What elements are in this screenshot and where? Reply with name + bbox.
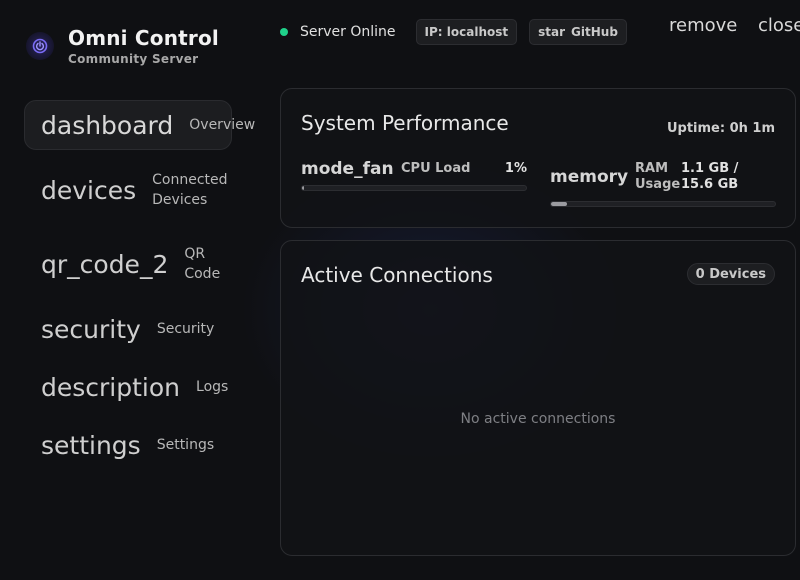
ram-progress-bar [550, 201, 776, 207]
sidebar-item-qr-code[interactable]: qr_code_2 QR Code [24, 232, 232, 296]
devices-count-badge: 0 Devices [686, 263, 775, 285]
top-bar: Server Online IP: localhost star GitHub … [280, 15, 800, 46]
sidebar-item-label: Connected Devices [152, 172, 228, 208]
sidebar-nav: dashboard Overview devices Connected Dev… [24, 100, 255, 470]
devices-icon: devices [41, 175, 137, 205]
connections-title: Active Connections [301, 263, 493, 287]
status-dot [280, 28, 288, 36]
ip-badge: IP: localhost [415, 19, 518, 45]
github-button[interactable]: star GitHub [529, 19, 627, 45]
brand: Omni Control Community Server [26, 26, 219, 66]
description-icon: description [41, 372, 181, 402]
security-icon: security [41, 314, 141, 344]
ram-value: 1.1 GB / 15.6 GB [681, 161, 739, 192]
cpu-value: 1% [504, 161, 527, 176]
system-performance-card: System Performance Uptime: 0h 1m mode_fa… [280, 88, 796, 228]
sidebar-item-label: Logs [196, 379, 229, 395]
power-icon [26, 32, 54, 60]
sidebar-item-label: Settings [156, 437, 215, 453]
close-button[interactable]: close [758, 15, 800, 36]
ram-progress-fill [551, 202, 567, 206]
cpu-progress-bar [301, 185, 527, 191]
sidebar-item-label: Security [156, 321, 215, 337]
cpu-progress-fill [302, 186, 305, 190]
sidebar-item-logs[interactable]: description Logs [24, 362, 232, 412]
settings-icon: settings [41, 430, 141, 460]
star-icon: star [538, 25, 566, 39]
fan-icon: mode_fan [301, 159, 394, 179]
app-subtitle: Community Server [68, 52, 199, 66]
sidebar-item-overview[interactable]: dashboard Overview [24, 100, 255, 150]
sidebar-item-label: Overview [189, 117, 256, 133]
sidebar-item-settings[interactable]: settings Settings [24, 420, 232, 470]
minimize-button[interactable]: remove [669, 15, 737, 36]
app-title: Omni Control [68, 26, 219, 50]
dashboard-icon: dashboard [41, 110, 174, 140]
ram-label: RAM Usage [635, 161, 681, 192]
performance-title: System Performance [301, 111, 509, 135]
uptime-text: Uptime: 0h 1m [666, 121, 775, 136]
sidebar-item-security[interactable]: security Security [24, 304, 232, 354]
server-status: Server Online [300, 24, 396, 40]
sidebar-item-label: QR Code [184, 246, 221, 282]
empty-state-text: No active connections [460, 411, 616, 427]
active-connections-card: Active Connections 0 Devices No active c… [280, 240, 796, 556]
memory-icon: memory [550, 167, 629, 187]
sidebar-item-connected-devices[interactable]: devices Connected Devices [24, 158, 232, 222]
github-label: GitHub [571, 25, 618, 39]
cpu-label: CPU Load [401, 161, 471, 176]
qr-code-icon: qr_code_2 [41, 249, 169, 279]
